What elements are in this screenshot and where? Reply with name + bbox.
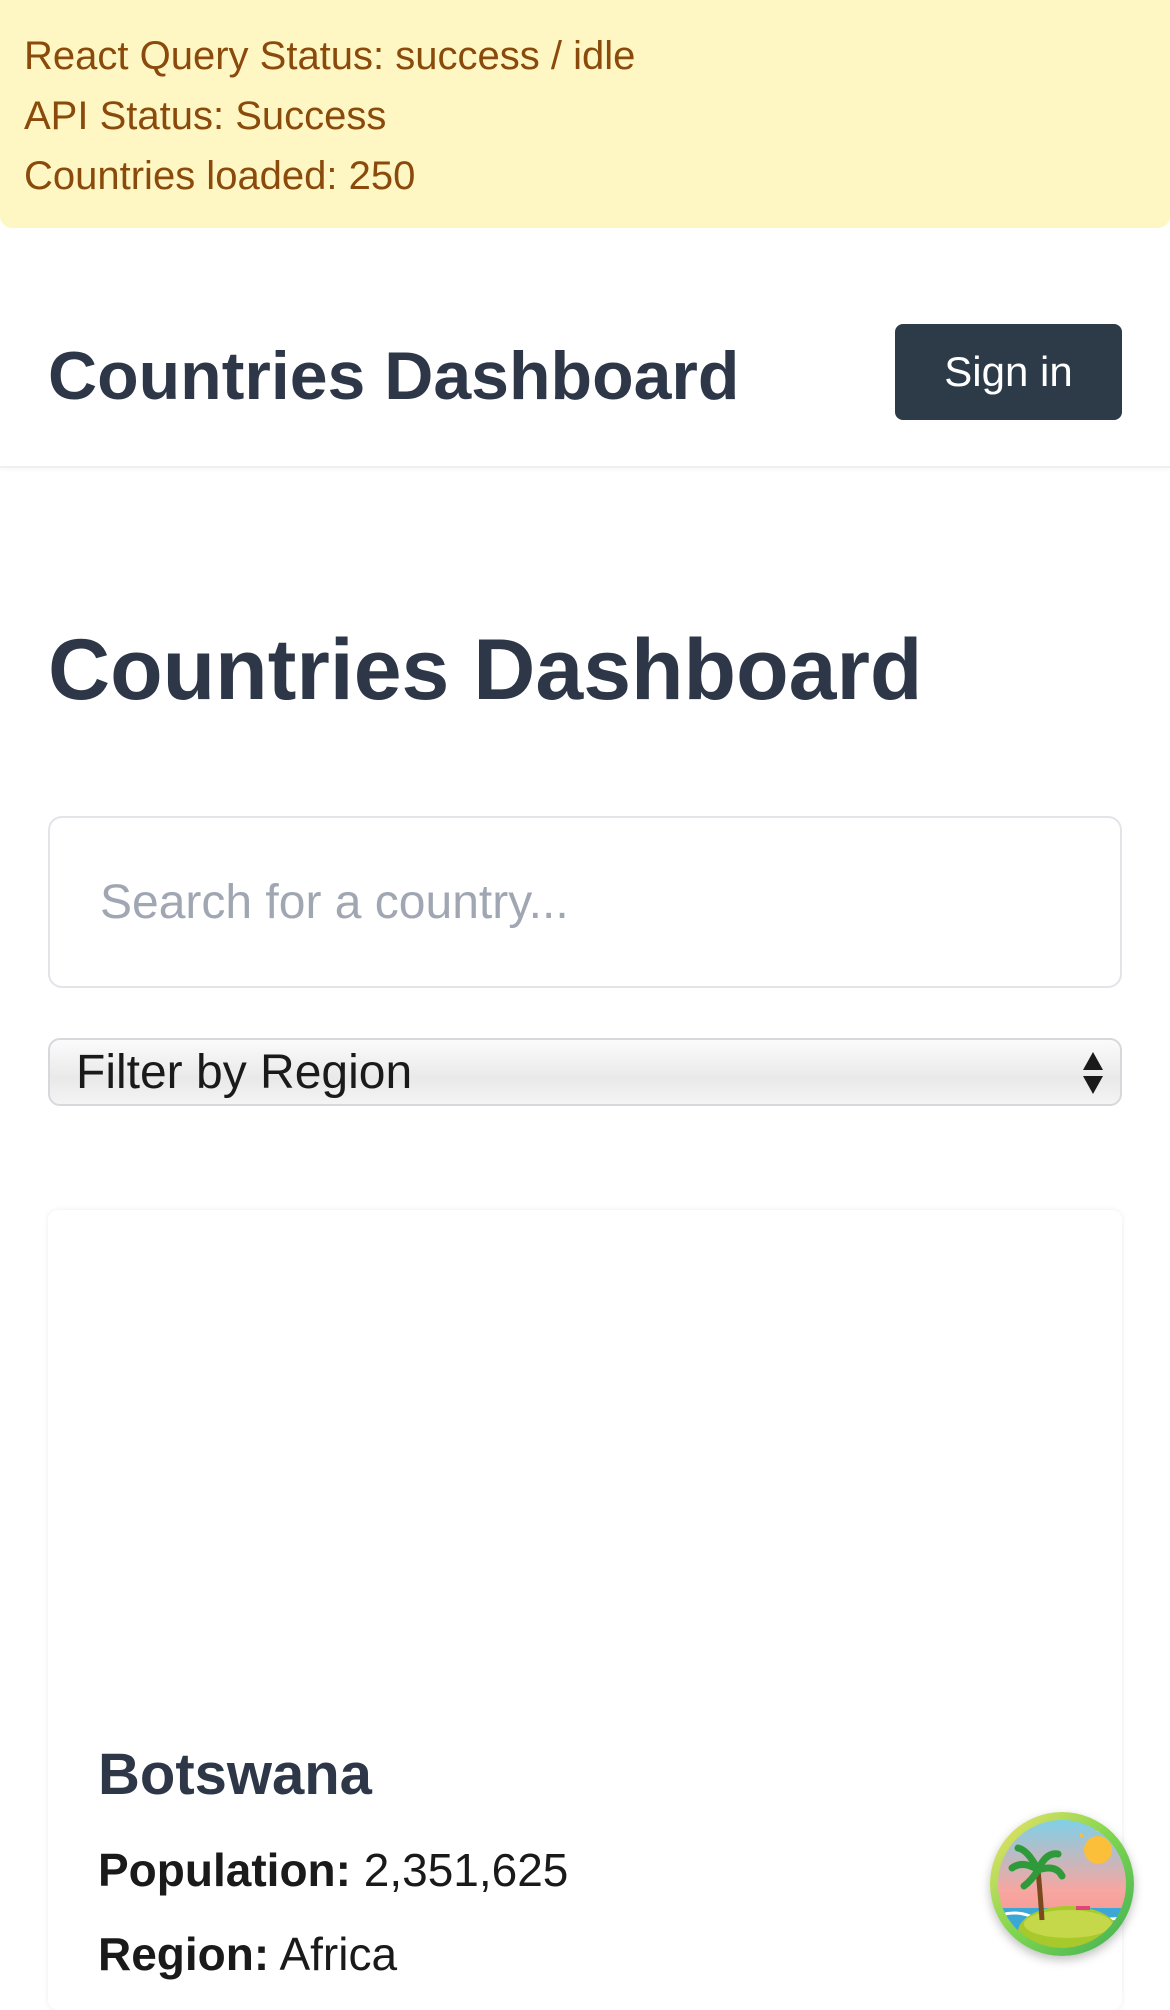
country-name: Botswana [98, 1742, 372, 1807]
country-population: Population: 2,351,625 [98, 1840, 568, 1900]
country-card[interactable]: Botswana Population: 2,351,625 Region: A… [48, 1210, 1122, 2010]
api-status: API Status: Success [24, 94, 387, 138]
country-region: Region: Africa [98, 1924, 397, 1984]
region-value: Africa [279, 1928, 398, 1980]
app-header: Countries Dashboard Sign in [0, 228, 1170, 468]
country-search-input[interactable] [48, 816, 1122, 988]
select-updown-icon [1083, 1052, 1103, 1094]
region-filter-select[interactable]: Filter by Region [48, 1038, 1122, 1106]
debug-status-banner: React Query Status: success / idle API S… [0, 0, 1170, 228]
region-filter-selected: Filter by Region [76, 1046, 413, 1099]
population-value: 2,351,625 [363, 1844, 569, 1896]
react-query-status: React Query Status: success / idle [24, 34, 636, 78]
countries-loaded-count: Countries loaded: 250 [24, 154, 416, 198]
page-title: Countries Dashboard [48, 622, 923, 718]
app-title: Countries Dashboard [48, 338, 740, 414]
island-beach-icon [998, 1820, 1126, 1948]
floating-action-button[interactable] [990, 1812, 1134, 1956]
sign-in-button[interactable]: Sign in [895, 324, 1122, 420]
country-flag-image [48, 1210, 1122, 1710]
region-label: Region: [98, 1928, 270, 1980]
population-label: Population: [98, 1844, 351, 1896]
